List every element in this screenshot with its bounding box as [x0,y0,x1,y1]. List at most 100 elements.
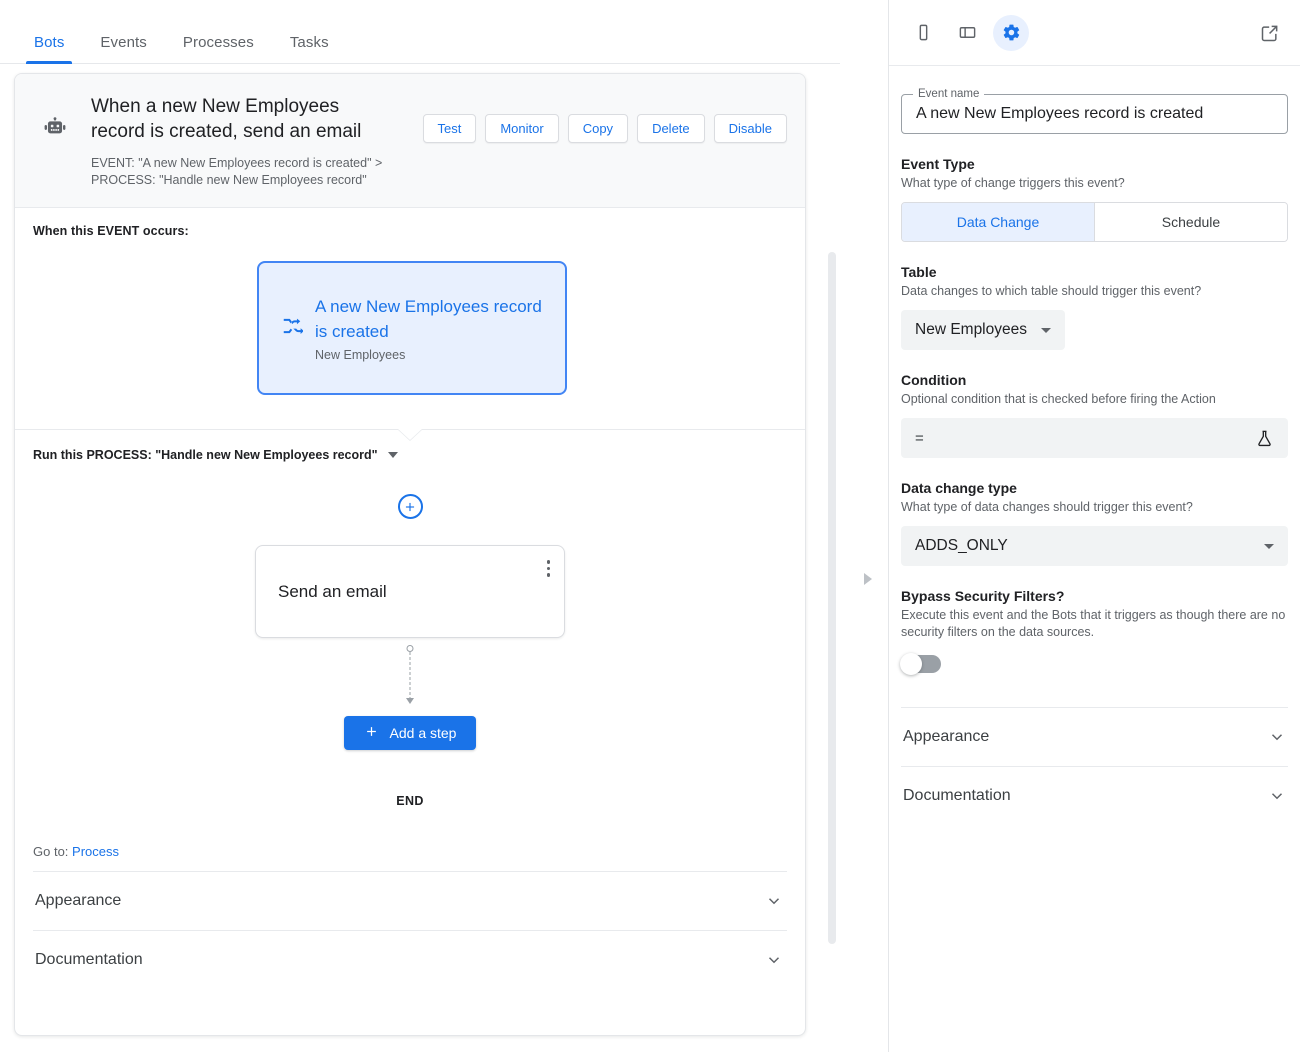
flow-column: Send an email Add a step END [15,494,805,808]
bot-subtitle-process: PROCESS: "Handle new New Employees recor… [91,173,367,187]
toggle-knob [900,653,922,675]
chevron-down-icon [765,892,783,910]
monitor-button[interactable]: Monitor [485,114,559,143]
step-card-send-an-email[interactable]: Send an email [255,545,565,638]
accordion-documentation-right-label: Documentation [903,787,1011,804]
tab-processes[interactable]: Processes [165,34,272,63]
event-name-field[interactable]: Event name A new New Employees record is… [901,88,1288,134]
plus-circle-icon[interactable] [397,494,423,519]
plus-icon [364,724,379,742]
tab-events[interactable]: Events [82,34,164,63]
add-step-label: Add a step [389,725,457,741]
data-change-type-group: Data change type What type of data chang… [901,480,1288,566]
tab-bots[interactable]: Bots [16,34,82,64]
bot-action-buttons: Test Monitor Copy Delete Disable [422,94,787,143]
table-description: Data changes to which table should trigg… [901,284,1202,298]
event-type-option-data-change[interactable]: Data Change [902,203,1094,241]
connector-arrow-icon [406,698,414,704]
event-type-segmented-control: Data Change Schedule [901,202,1288,242]
bot-subtitle-event: EVENT: "A new New Employees record is cr… [91,156,383,170]
flow-end-label: END [396,794,424,808]
gear-icon[interactable] [993,14,1029,51]
data-change-type-select[interactable]: ADDS_ONLY [901,526,1288,566]
tablet-icon[interactable] [949,15,985,51]
shuffle-icon [281,315,304,342]
data-change-type-title: Data change type [901,480,1017,496]
accordion-documentation[interactable]: Documentation [33,930,787,989]
left-accordions: Appearance Documentation [33,871,787,989]
event-card-subtitle: New Employees [315,348,406,362]
left-pane-scrollbar[interactable] [828,252,836,944]
bots-pane: Bots Events Processes Tasks When a new N… [0,0,888,1052]
event-type-group: Event Type What type of change triggers … [901,156,1288,242]
tab-processes-label: Processes [182,34,254,51]
goto-prefix: Go to: [33,844,69,859]
chevron-down-icon [765,951,783,969]
event-type-description: What type of change triggers this event? [901,176,1125,190]
caret-down-icon[interactable] [387,452,398,458]
process-selector-label: Run this PROCESS: "Handle new New Employ… [33,448,378,462]
bot-header-text: When a new New Employees record is creat… [77,94,423,189]
connector-node-icon [406,645,414,652]
bypass-security-group: Bypass Security Filters? Execute this ev… [900,588,1288,675]
condition-description: Optional condition that is checked befor… [901,392,1216,406]
bot-card-header: When a new New Employees record is creat… [15,74,805,208]
right-accordions: Appearance Documentation [901,707,1288,825]
accordion-appearance-right-label: Appearance [903,728,990,745]
app-root: Bots Events Processes Tasks When a new N… [0,0,1300,1052]
condition-input[interactable]: = [901,418,1288,458]
tab-tasks[interactable]: Tasks [272,34,347,63]
data-change-type-value: ADDS_ONLY [915,537,1008,554]
flask-icon[interactable] [1255,429,1274,448]
properties-body: Event name A new New Employees record is… [889,66,1300,825]
flow-connector [404,638,416,716]
main-tabs: Bots Events Processes Tasks [0,0,840,64]
properties-toolbar [889,0,1300,66]
delete-button[interactable]: Delete [637,114,705,143]
table-select[interactable]: New Employees [901,310,1065,350]
event-type-title: Event Type [901,156,975,172]
table-select-value: New Employees [915,321,1027,338]
accordion-documentation-label: Documentation [35,951,143,968]
chevron-down-icon [1268,728,1286,746]
accordion-appearance[interactable]: Appearance [33,871,787,930]
test-button[interactable]: Test [422,114,477,143]
table-title: Table [901,264,937,280]
event-canvas: A new New Employees record is created Ne… [15,238,805,423]
robot-icon [33,94,77,142]
event-card[interactable]: A new New Employees record is created Ne… [257,261,567,395]
bot-subtitle: EVENT: "A new New Employees record is cr… [91,155,415,189]
step-title: Send an email [278,581,387,601]
copy-button[interactable]: Copy [567,114,629,143]
goto-process-link[interactable]: Process [72,844,119,859]
external-link-icon[interactable] [1252,15,1288,51]
event-card-title: A new New Employees record is created [315,297,542,341]
more-vertical-icon[interactable] [546,560,550,577]
condition-group: Condition Optional condition that is che… [901,372,1288,458]
tab-events-label: Events [100,34,147,51]
chevron-down-icon [1264,543,1274,549]
tab-tasks-label: Tasks [289,34,329,51]
panel-expand-arrow-icon[interactable] [864,573,872,585]
bypass-security-description: Execute this event and the Bots that it … [901,608,1286,639]
phone-icon[interactable] [905,15,941,51]
flow-canvas: Send an email Add a step END [15,462,805,808]
add-step-button[interactable]: Add a step [343,716,477,750]
disable-button[interactable]: Disable [713,114,787,143]
bot-detail-card: When a new New Employees record is creat… [14,73,806,1036]
connector-line [409,652,411,700]
condition-title: Condition [901,372,967,388]
event-name-legend: Event name [913,88,985,100]
event-section-label: When this EVENT occurs: [33,224,189,238]
bypass-security-title: Bypass Security Filters? [901,588,1065,604]
data-change-type-description: What type of data changes should trigger… [901,500,1193,514]
accordion-documentation-right[interactable]: Documentation [901,766,1288,825]
table-group: Table Data changes to which table should… [901,264,1288,350]
bot-title: When a new New Employees record is creat… [91,96,362,142]
properties-pane: Event name A new New Employees record is… [888,0,1300,1052]
tab-bots-label: Bots [34,34,65,51]
accordion-appearance-right[interactable]: Appearance [901,707,1288,766]
event-name-value: A new New Employees record is created [916,105,1204,122]
event-type-option-schedule[interactable]: Schedule [1094,203,1287,241]
bypass-security-toggle[interactable] [900,653,941,675]
